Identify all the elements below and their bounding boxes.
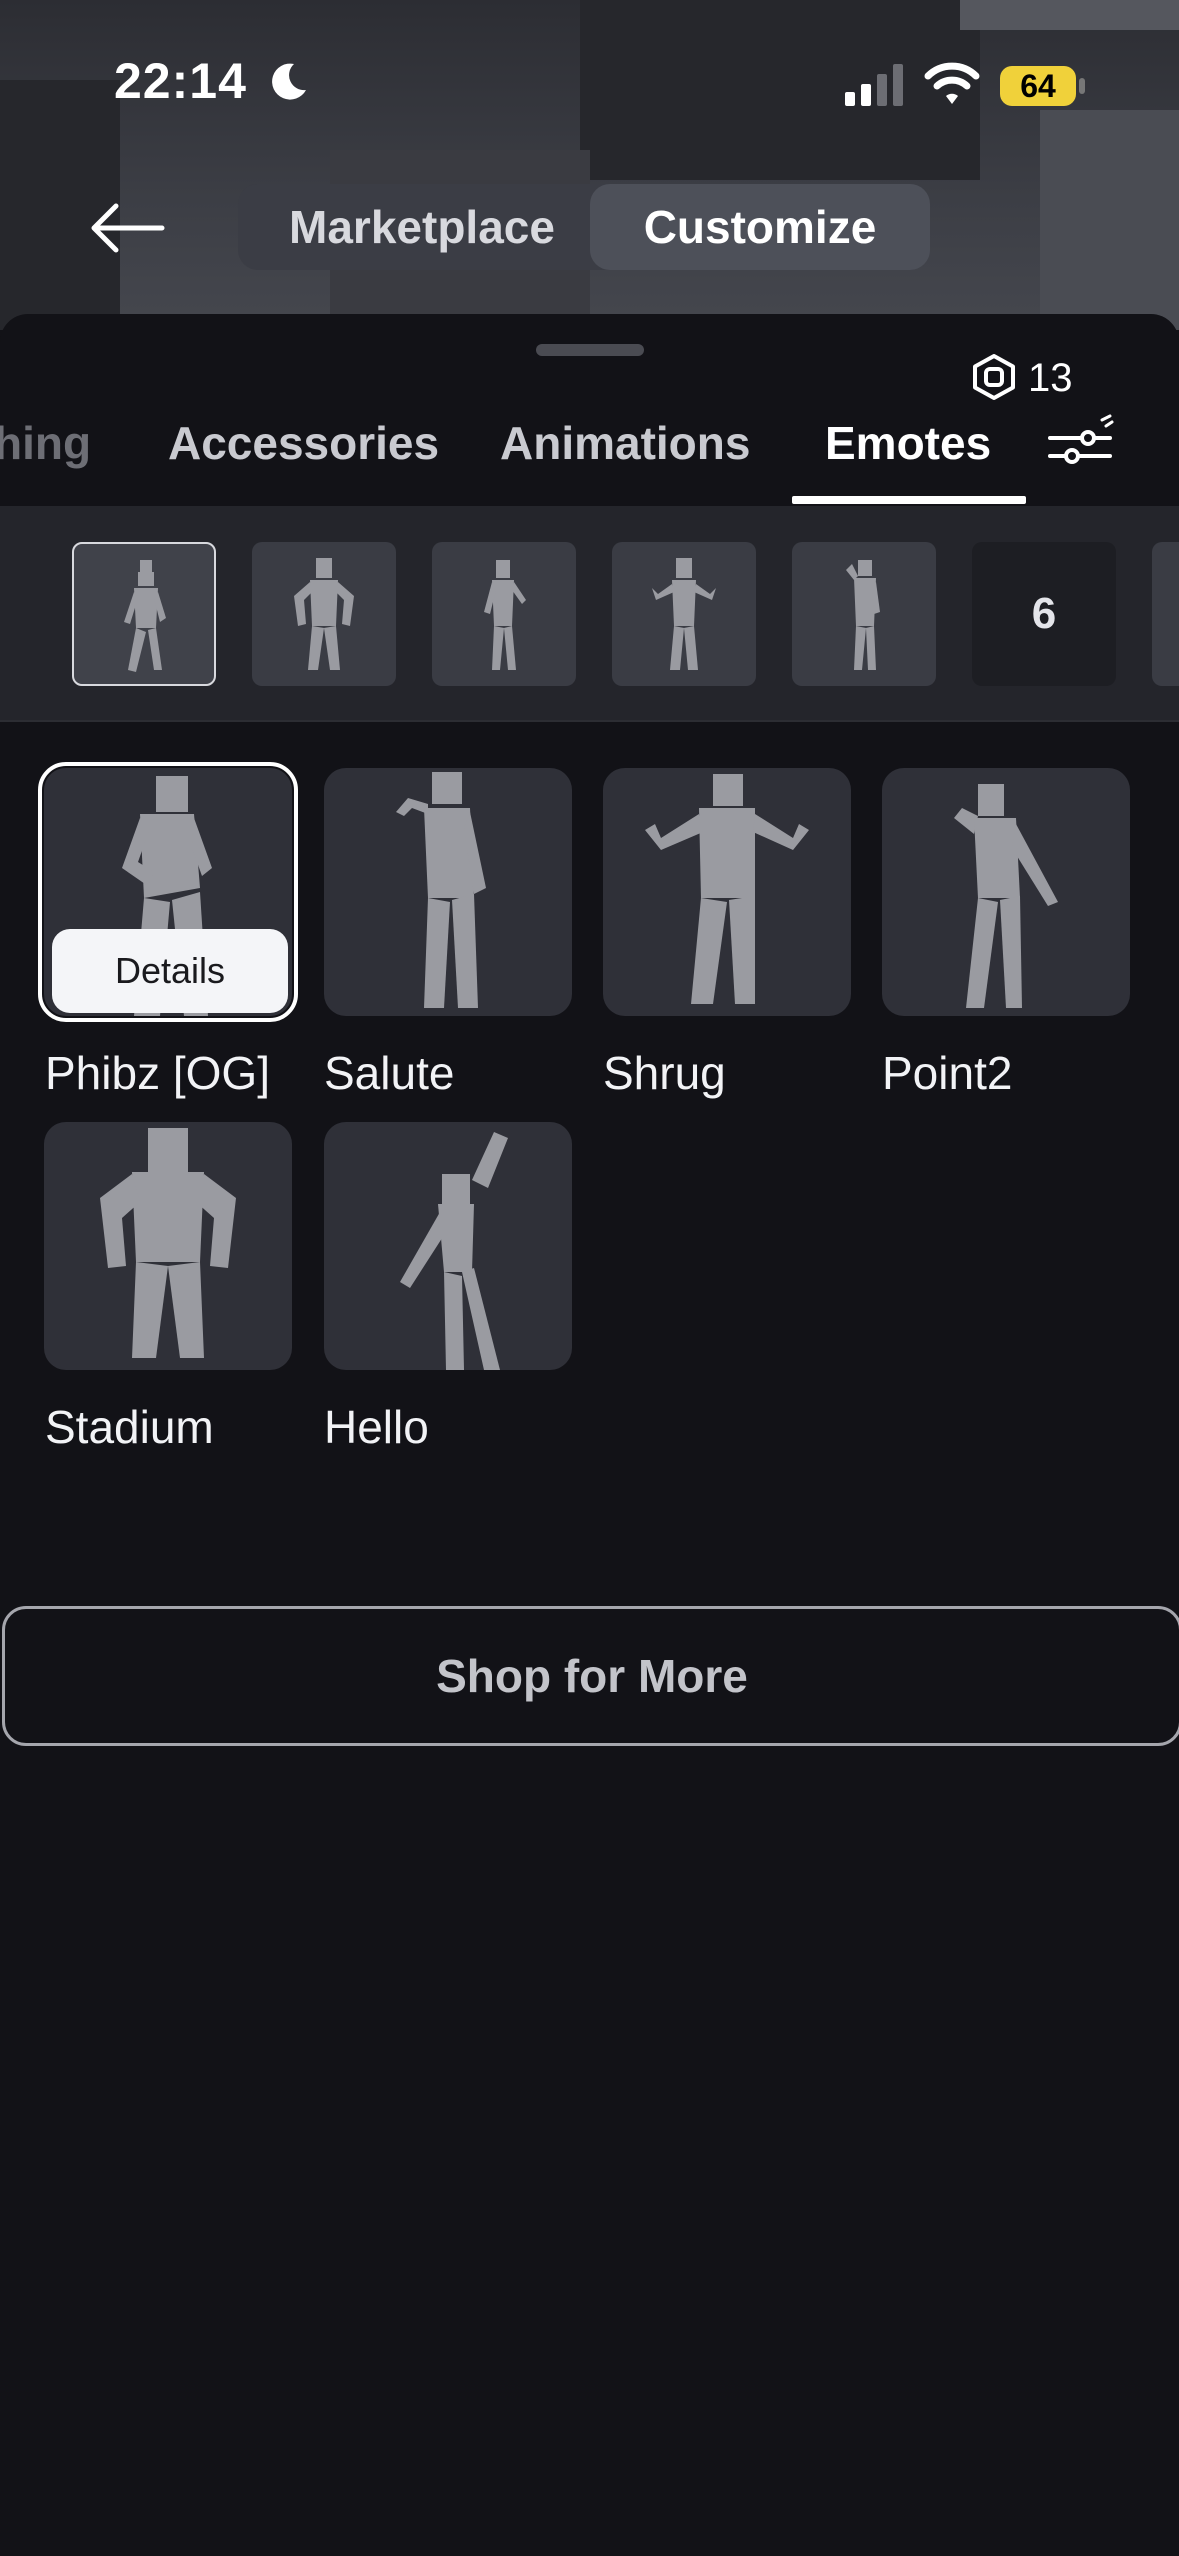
figure-icon xyxy=(645,774,809,1004)
active-tab-indicator xyxy=(792,496,1026,504)
figure-icon xyxy=(954,784,1058,1008)
figure-icon xyxy=(652,558,716,670)
emote-name: Shrug xyxy=(603,1047,726,1099)
filter-sliders-icon[interactable] xyxy=(1046,414,1114,474)
tab-marketplace[interactable]: Marketplace xyxy=(262,184,582,270)
emote-slot-7-partial[interactable] xyxy=(1152,542,1179,686)
emote-slot-6[interactable]: 6 xyxy=(972,542,1116,686)
battery-indicator: 64 xyxy=(1000,66,1076,106)
figure-icon xyxy=(396,772,486,1008)
emote-slot-2[interactable] xyxy=(252,542,396,686)
emote-name: Point2 xyxy=(882,1047,1013,1099)
back-arrow-icon[interactable] xyxy=(88,200,166,256)
sheet-grabber[interactable] xyxy=(536,344,644,356)
emote-slot-5[interactable] xyxy=(792,542,936,686)
tab-customize[interactable]: Customize xyxy=(590,184,930,270)
avatar-scene-background xyxy=(0,0,1179,330)
wifi-icon xyxy=(924,62,980,104)
tab-emotes[interactable]: Emotes xyxy=(825,416,991,470)
tab-animations[interactable]: Animations xyxy=(500,416,750,470)
emote-slot-3[interactable] xyxy=(432,542,576,686)
emote-card-shrug[interactable] xyxy=(603,768,851,1016)
details-button[interactable]: Details xyxy=(52,929,288,1013)
emote-card-point2[interactable] xyxy=(882,768,1130,1016)
emote-card-stadium[interactable] xyxy=(44,1122,292,1370)
tab-clothing-partial[interactable]: hing xyxy=(0,416,91,470)
emote-name: Salute xyxy=(324,1047,455,1099)
robux-icon xyxy=(973,354,1015,400)
robux-balance: 13 xyxy=(1028,356,1073,400)
figure-icon xyxy=(846,560,880,670)
tab-accessories[interactable]: Accessories xyxy=(168,416,439,470)
emote-slot-1[interactable] xyxy=(72,542,216,686)
figure-icon xyxy=(400,1132,508,1370)
figure-icon xyxy=(294,558,354,670)
moon-icon xyxy=(272,63,306,100)
emote-name: Stadium xyxy=(45,1401,214,1453)
figure-icon xyxy=(124,560,166,672)
emote-name: Hello xyxy=(324,1401,429,1453)
battery-tip xyxy=(1079,78,1085,94)
figure-icon xyxy=(484,560,526,670)
emote-card-salute[interactable] xyxy=(324,768,572,1016)
emote-slot-4[interactable] xyxy=(612,542,756,686)
figure-icon xyxy=(100,1128,236,1358)
status-time: 22:14 xyxy=(114,53,247,109)
cellular-signal-icon xyxy=(845,64,903,106)
emote-name: Phibz [OG] xyxy=(45,1047,270,1099)
strip-divider xyxy=(0,720,1179,722)
emote-card-hello[interactable] xyxy=(324,1122,572,1370)
shop-for-more-button[interactable]: Shop for More xyxy=(2,1606,1179,1746)
